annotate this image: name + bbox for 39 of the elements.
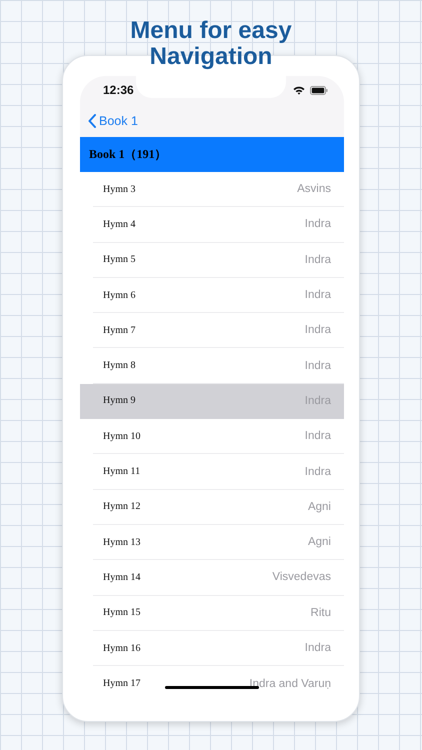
hymn-title: Hymn 13 xyxy=(103,536,140,548)
hymn-row[interactable]: Hymn 15 Ritu xyxy=(93,596,344,631)
hymn-title: Hymn 4 xyxy=(103,218,136,230)
battery-icon xyxy=(310,86,328,94)
hymn-title: Hymn 15 xyxy=(103,607,140,618)
deity-name: Indra xyxy=(304,466,331,478)
hymn-title: Hymn 5 xyxy=(103,254,136,266)
hymn-title: Hymn 12 xyxy=(103,501,140,512)
deity-name: Indra xyxy=(304,254,331,266)
deity-name: Indra xyxy=(304,430,331,442)
hymn-title: Hymn 16 xyxy=(103,642,140,654)
deity-name: Indra xyxy=(304,289,331,302)
deity-name: Indra xyxy=(304,642,331,654)
headline: Menu for easy Navigation xyxy=(129,18,293,70)
hymn-row[interactable]: Hymn 12 Agni xyxy=(93,490,344,525)
deity-name: Indra and Varuṇ xyxy=(249,678,331,690)
deity-name: Indra xyxy=(304,360,331,372)
hymn-row[interactable]: Hymn 5 Indra xyxy=(93,242,344,278)
deity-name: Agni xyxy=(308,500,331,513)
back-button[interactable]: Book 1 xyxy=(88,114,138,128)
hymn-title: Hymn 7 xyxy=(103,324,136,336)
wifi-icon xyxy=(293,86,305,94)
hymn-title: Hymn 10 xyxy=(103,430,140,442)
deity-name: Indra xyxy=(304,218,331,230)
hymn-title: Hymn 6 xyxy=(103,290,136,301)
hymn-title: Hymn 14 xyxy=(103,572,140,583)
hymn-title: Hymn 11 xyxy=(103,466,140,478)
deity-name: Visvedevas xyxy=(272,571,331,584)
hymn-title: Hymn 17 xyxy=(103,678,140,690)
hymn-title: Hymn 8 xyxy=(103,360,136,372)
section-header: Book 1（191） xyxy=(80,137,344,172)
hymn-title: Hymn 3 xyxy=(103,184,136,195)
deity-name: Indra xyxy=(304,324,331,336)
chevron-left-icon xyxy=(88,114,96,128)
hymn-title: Hymn 9 xyxy=(103,395,136,406)
status-time: 12:36 xyxy=(103,83,134,97)
deity-name: Asvins xyxy=(297,183,331,196)
deity-name: Ritu xyxy=(310,606,331,619)
deity-name: Agni xyxy=(308,536,331,548)
